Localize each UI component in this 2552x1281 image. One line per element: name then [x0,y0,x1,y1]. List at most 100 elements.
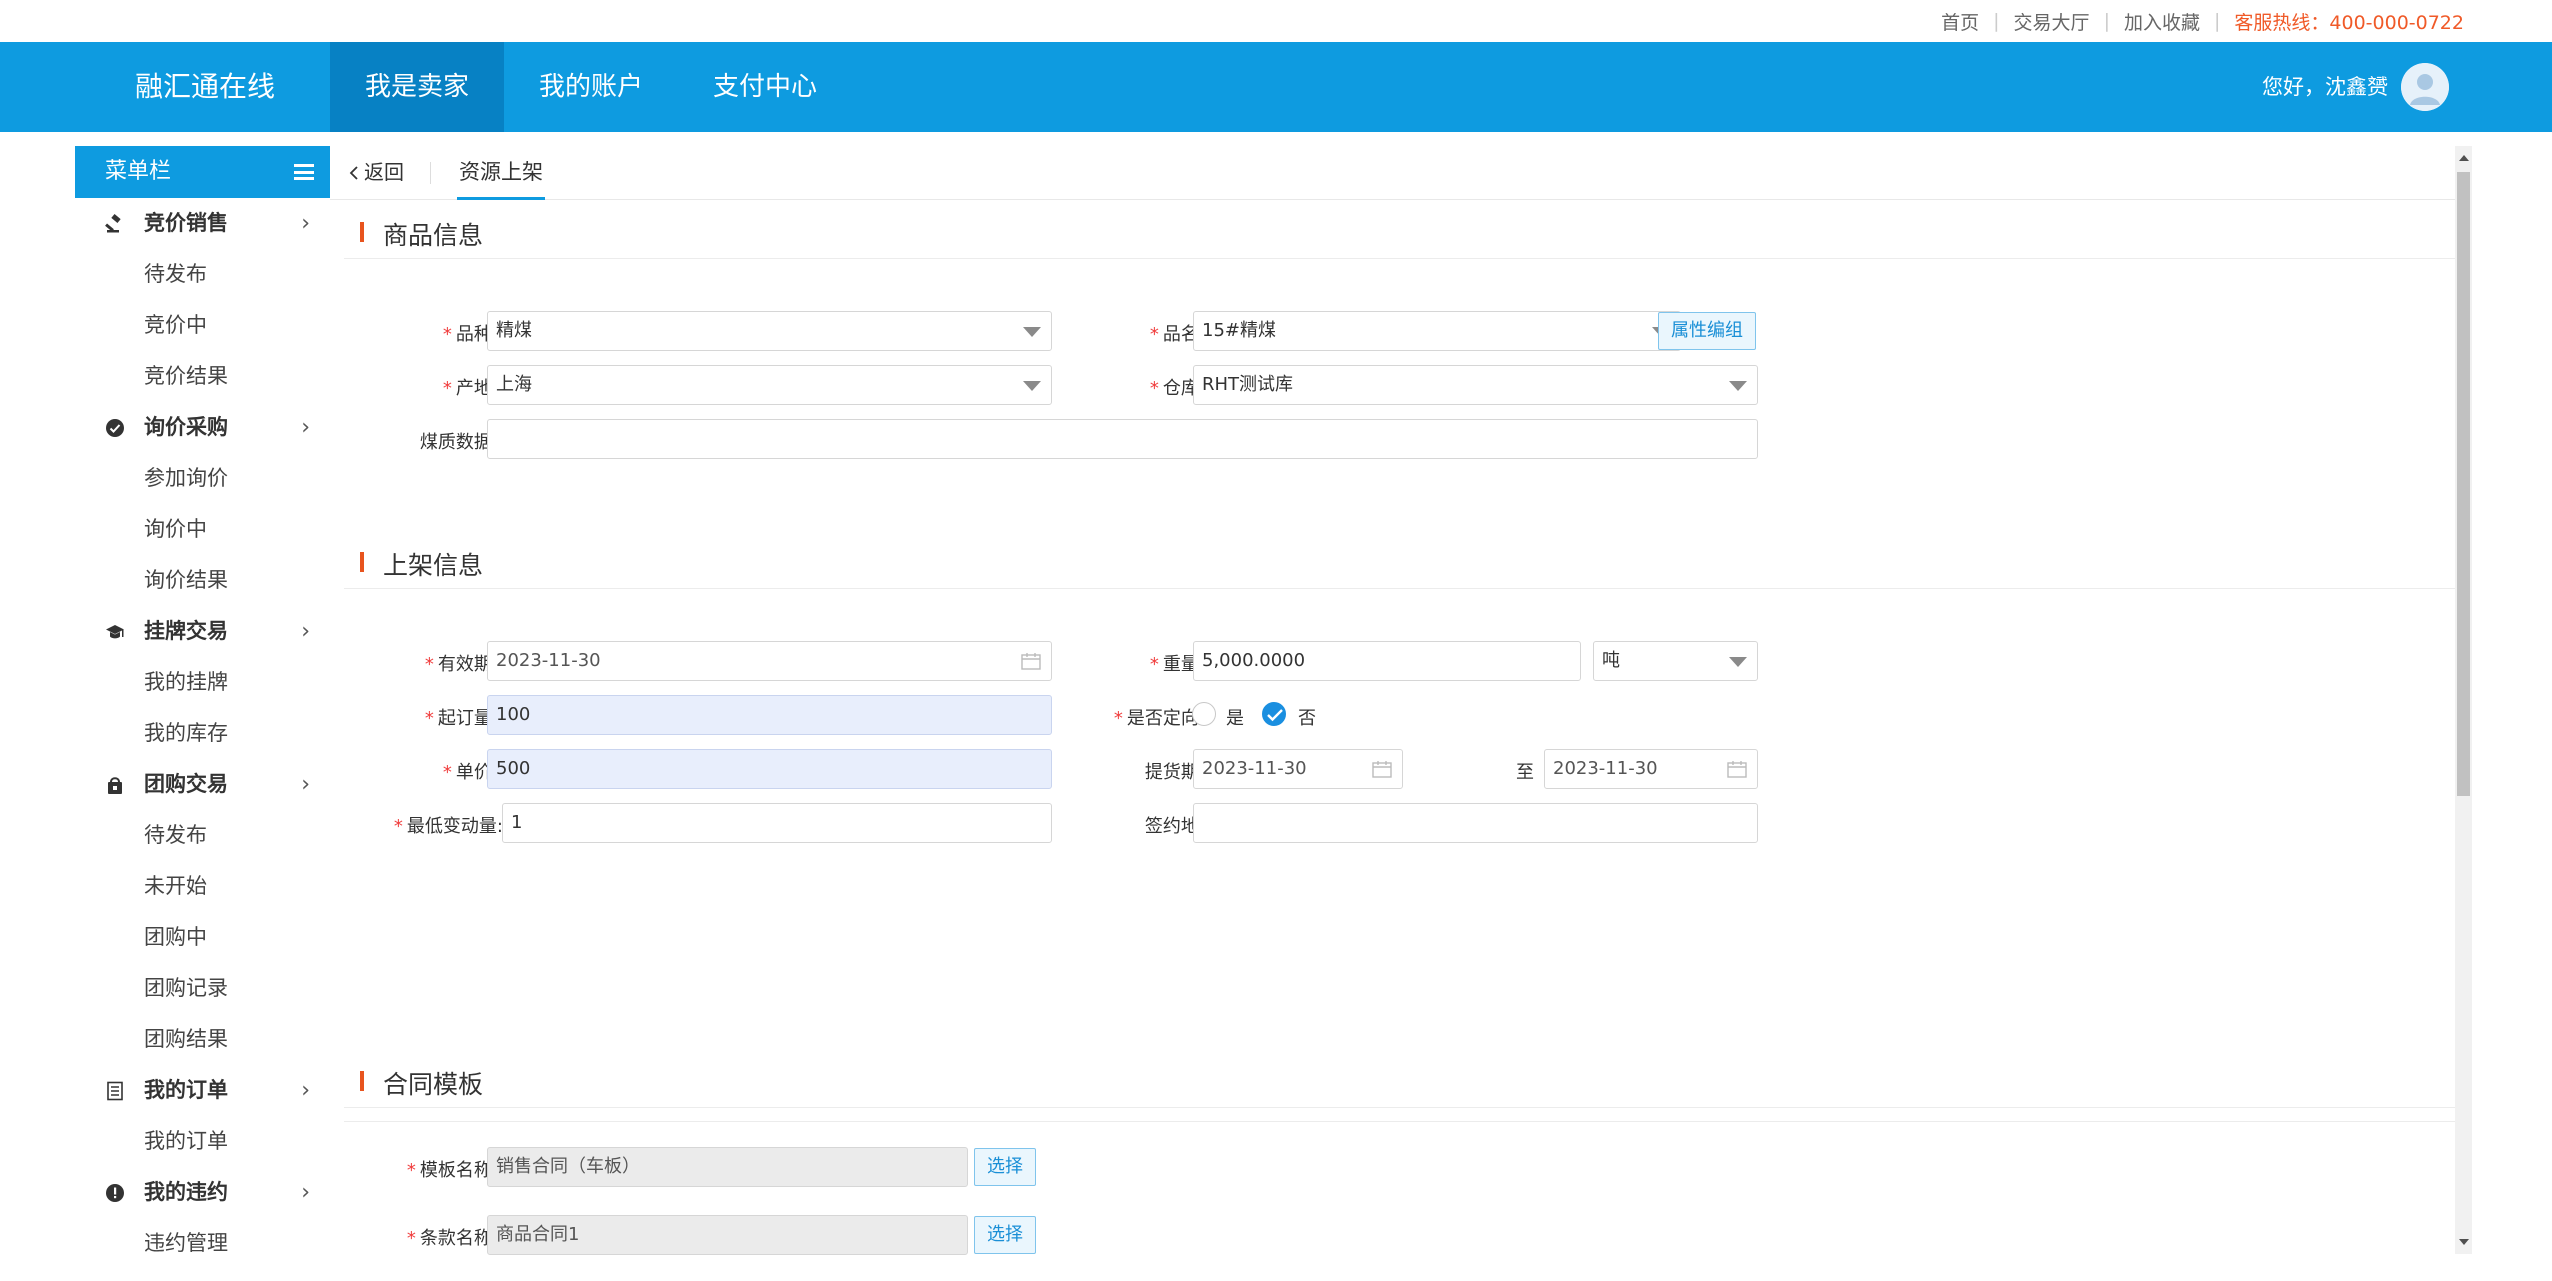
sidebar-item[interactable]: 违约管理 [75,1218,330,1269]
weight-input[interactable]: 5,000.0000 [1193,641,1581,681]
divider [344,588,2455,589]
sidebar-header: 菜单栏 [75,146,330,198]
validity-date-input[interactable]: 2023-11-30 [487,641,1052,681]
sidebar-item[interactable]: 团购结果 [75,1014,330,1065]
divider [344,1107,2455,1108]
divider: | [2103,10,2110,32]
date-range-to-label: 至 [1516,762,1534,783]
pickup-start-date-input[interactable]: 2023-11-30 [1193,749,1403,789]
sidebar-item[interactable]: 我的挂牌 [75,657,330,708]
directional-no-label: 否 [1298,708,1316,729]
sidebar-group-inquiry-purchase[interactable]: 询价采购 › [75,402,330,453]
sidebar-group-group-buy[interactable]: 团购交易 › [75,759,330,810]
min-change-label: * 最低变动量: [393,816,503,837]
main-header: 融汇通在线 我是卖家 我的账户 支付中心 您好，沈鑫赟 [0,42,2552,132]
sidebar-item[interactable]: 未开始 [75,861,330,912]
clause-name-label: * 条款名称: [406,1228,498,1249]
chevron-down-icon [1023,327,1041,337]
name-label: * 品名: [1149,324,1205,345]
chevron-right-icon: › [301,619,310,644]
directional-yes-radio[interactable] [1192,702,1216,726]
sidebar-group-listing-trade[interactable]: 挂牌交易 › [75,606,330,657]
chevron-right-icon: › [301,1078,310,1103]
sidebar-item[interactable]: 询价中 [75,504,330,555]
main-content: 返回 资源上架 商品信息 * 品种: 精煤 * 品名: 15#精煤 属性编组 * 产地… [330,146,2455,1281]
select-clause-button[interactable]: 选择 [974,1216,1036,1254]
directional-yes-label: 是 [1226,708,1244,729]
group-label: 询价采购 [144,415,228,439]
sidebar-group-my-orders[interactable]: 我的订单 › [75,1065,330,1116]
alert-circle-icon [106,1184,124,1202]
checkmark-icon [1267,709,1283,722]
min-order-input[interactable]: 100 [487,695,1052,735]
quality-data-input[interactable] [487,419,1758,459]
home-link[interactable]: 首页 [1941,8,1979,35]
sidebar-item[interactable]: 待发布 [75,810,330,861]
origin-label: * 产地: [442,378,498,399]
sidebar-item[interactable]: 我的库存 [75,708,330,759]
vertical-scrollbar[interactable] [2455,146,2472,1254]
tab-resource-listing[interactable]: 资源上架 [457,146,545,200]
avatar[interactable] [2401,63,2449,111]
document-icon [107,1081,123,1101]
back-button[interactable]: 返回 [348,146,404,199]
nav-payment-center[interactable]: 支付中心 [678,42,852,132]
sidebar-item[interactable]: 团购记录 [75,963,330,1014]
hotline-text: 客服热线：400-000-0722 [2234,11,2464,34]
warehouse-select[interactable]: RHT测试库 [1193,365,1758,405]
sidebar-title: 菜单栏 [105,159,172,184]
chevron-right-icon: › [301,772,310,797]
chevron-left-icon [349,166,358,180]
sidebar-item[interactable]: 团购中 [75,912,330,963]
add-favorite-link[interactable]: 加入收藏 [2124,8,2200,35]
sidebar-item[interactable]: 询价结果 [75,555,330,606]
scroll-up-arrow-icon[interactable] [2459,155,2469,161]
origin-select[interactable]: 上海 [487,365,1052,405]
quality-data-label: 煤质数据: [419,432,498,453]
scroll-down-arrow-icon[interactable] [2459,1239,2469,1245]
user-greeting[interactable]: 您好，沈鑫赟 [2262,42,2388,132]
min-change-input[interactable]: 1 [502,803,1052,843]
nav-my-account[interactable]: 我的账户 [504,42,678,132]
user-avatar-icon [2401,63,2449,111]
unit-price-input[interactable]: 500 [487,749,1052,789]
sidebar-group-my-defaults[interactable]: 我的违约 › [75,1167,330,1218]
variety-select[interactable]: 精煤 [487,311,1052,351]
variety-label: * 品种: [442,324,498,345]
nav-seller[interactable]: 我是卖家 [330,42,505,132]
section-title-goods-info: 商品信息 [360,216,483,252]
sidebar-menu: 菜单栏 竞价销售 › 待发布 竞价中 竞价结果 询价采购 › 参加询价 询价中 … [75,146,331,1281]
sidebar-item[interactable]: 我的订单 [75,1116,330,1167]
unit-select[interactable]: 吨 [1593,641,1758,681]
group-label: 我的订单 [144,1078,228,1102]
brand-logo-text[interactable]: 融汇通在线 [135,42,275,132]
directional-no-radio[interactable] [1262,702,1286,726]
calendar-icon [1021,653,1041,670]
warehouse-label: * 仓库: [1149,378,1205,399]
sidebar-item[interactable]: 竞价中 [75,300,330,351]
sidebar-item[interactable]: 参加询价 [75,453,330,504]
section-title-contract-template: 合同模板 [360,1065,483,1101]
divider [344,258,2455,259]
name-select[interactable]: 15#精煤 [1193,311,1681,351]
calendar-icon [1727,761,1747,778]
chevron-down-icon [1729,657,1747,667]
validity-label: * 有效期: [424,654,498,675]
select-template-button[interactable]: 选择 [974,1148,1036,1186]
attribute-edit-button[interactable]: 属性编组 [1658,312,1756,350]
divider [430,162,431,184]
sign-place-input[interactable] [1193,803,1758,843]
sidebar-group-bidding-sales[interactable]: 竞价销售 › [75,198,330,249]
trade-hall-link[interactable]: 交易大厅 [2014,8,2090,35]
group-label: 我的违约 [144,1180,228,1204]
back-label: 返回 [364,160,404,184]
shopping-bag-icon [108,777,122,794]
sidebar-item[interactable]: 竞价结果 [75,351,330,402]
sidebar-item[interactable]: 待发布 [75,249,330,300]
scrollbar-thumb[interactable] [2457,172,2470,796]
group-label: 竞价销售 [144,211,228,235]
calendar-icon [1372,761,1392,778]
pickup-end-date-input[interactable]: 2023-11-30 [1544,749,1758,789]
directional-label: * 是否定向: [1113,708,1205,729]
menu-toggle-icon[interactable] [294,164,314,180]
